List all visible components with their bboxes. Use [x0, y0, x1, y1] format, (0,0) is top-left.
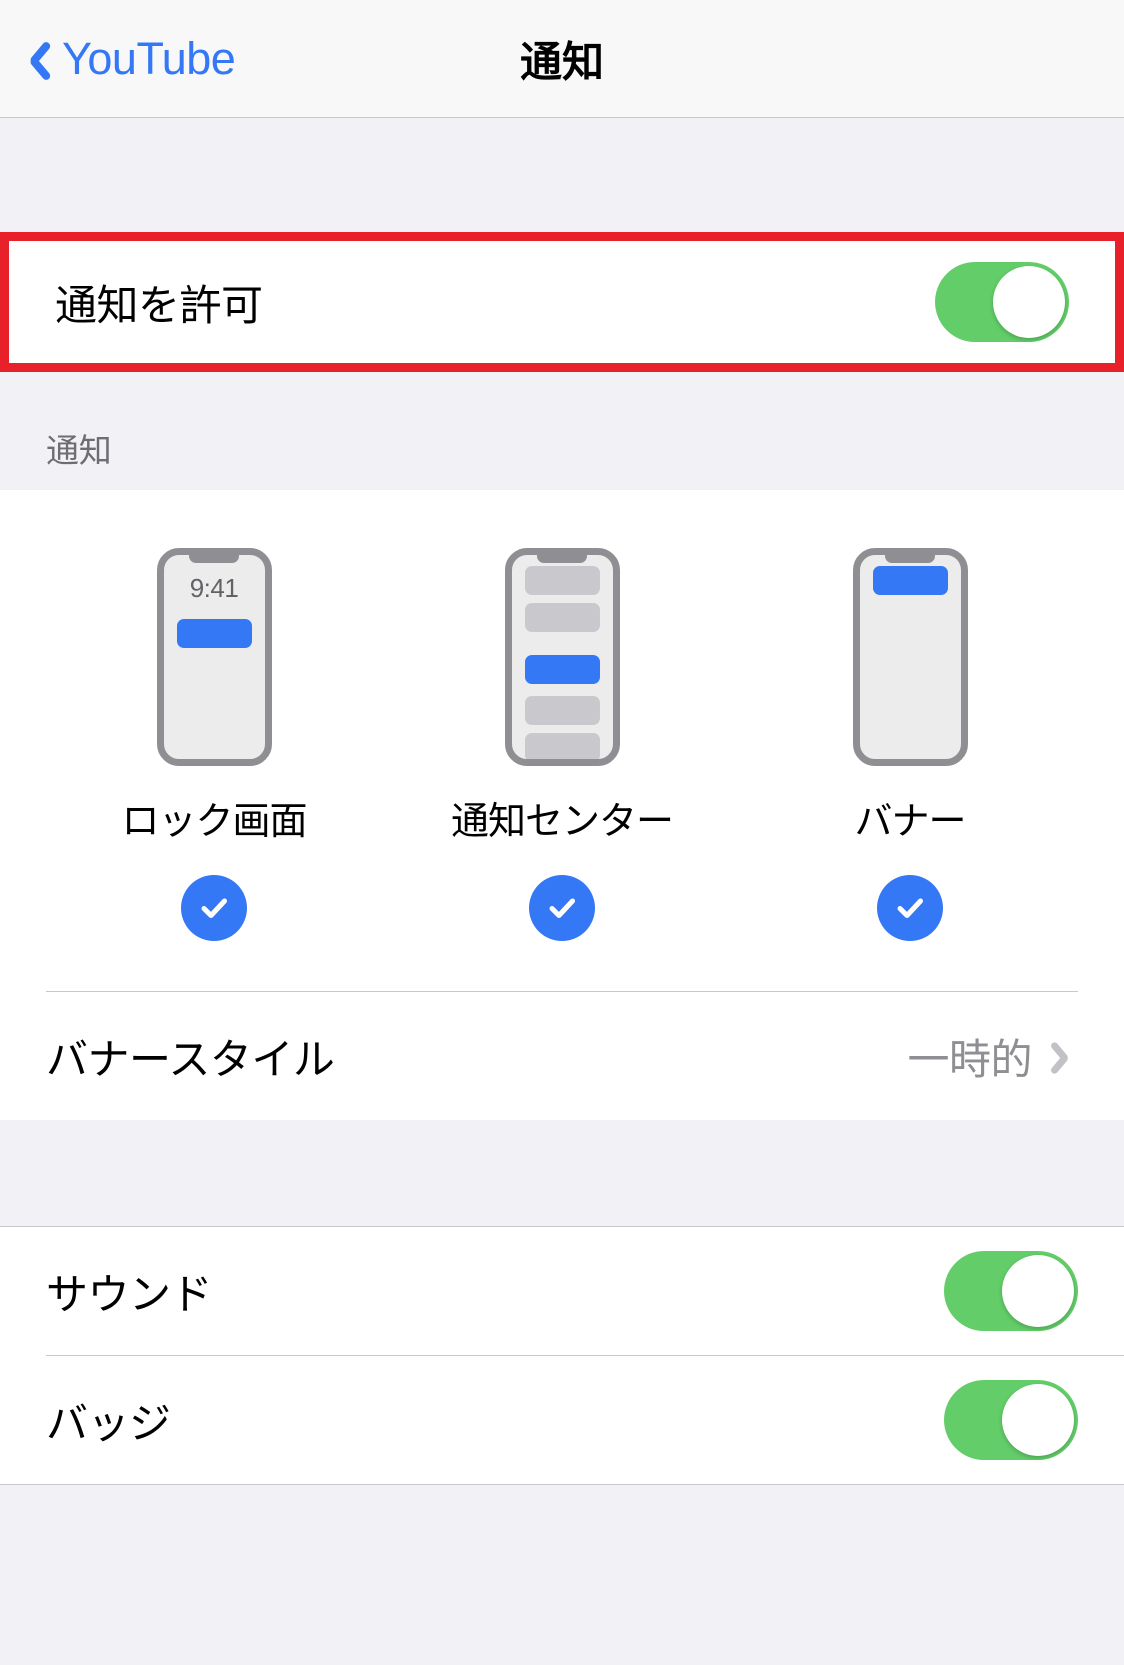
bottom-spacer — [0, 1484, 1124, 1644]
phone-notch — [537, 555, 587, 563]
notification-bar-gray — [524, 603, 600, 632]
lock-screen-phone-icon: 9:41 — [156, 548, 272, 766]
notification-bar-gray — [524, 696, 600, 725]
lock-screen-time: 9:41 — [189, 573, 239, 603]
toggle-knob — [993, 266, 1065, 338]
alert-style-panel: 9:41 ロック画面 通知センター バナー バナースタイル 一時的 — [0, 490, 1124, 1120]
navigation-bar: YouTube 通知 — [0, 0, 1124, 118]
options-group: サウンド バッジ — [0, 1227, 1124, 1484]
toggle-knob — [1002, 1255, 1074, 1327]
phone-notch — [885, 555, 935, 563]
allow-notifications-toggle[interactable] — [935, 262, 1069, 342]
row-badge[interactable]: バッジ — [0, 1356, 1124, 1484]
alert-option-label-lock-screen: ロック画面 — [121, 801, 307, 843]
banner-phone-icon — [852, 548, 968, 766]
chevron-left-icon — [22, 37, 48, 81]
spacer-above-options — [0, 1120, 1124, 1227]
row-allow-notifications[interactable]: 通知を許可 — [9, 241, 1115, 363]
alert-option-lock-screen[interactable]: 9:41 ロック画面 — [64, 548, 364, 941]
banner-style-label: バナースタイル — [46, 1035, 335, 1083]
notification-bar-highlight — [524, 655, 600, 684]
alert-option-label-banner: バナー — [854, 801, 966, 843]
badge-label: バッジ — [46, 1399, 171, 1447]
alert-option-label-notification-center: 通知センター — [450, 801, 674, 843]
row-banner-style[interactable]: バナースタイル 一時的 — [0, 992, 1124, 1120]
alerts-section-header: 通知 — [0, 372, 1124, 490]
checkmark-icon-notification-center[interactable] — [529, 875, 595, 941]
banner-style-value: 一時的 — [907, 1035, 1032, 1083]
checkmark-icon-banner[interactable] — [877, 875, 943, 941]
notification-bar-gray — [524, 566, 600, 595]
banner-notification-bar — [872, 566, 948, 595]
checkmark-icon-lock-screen[interactable] — [181, 875, 247, 941]
phone-notch — [189, 555, 239, 563]
notification-bar-gray — [524, 733, 600, 759]
sound-label: サウンド — [46, 1270, 213, 1318]
chevron-right-icon — [1058, 1038, 1078, 1074]
back-button[interactable]: YouTube — [22, 33, 236, 84]
badge-toggle[interactable] — [944, 1380, 1078, 1460]
alert-style-options: 9:41 ロック画面 通知センター バナー — [0, 548, 1124, 941]
back-button-label: YouTube — [62, 33, 236, 84]
alert-option-notification-center[interactable]: 通知センター — [412, 548, 712, 941]
notification-center-phone-icon — [504, 548, 620, 766]
settings-notifications-screen: YouTube 通知 通知を許可 通知 9:41 ロック画面 通知センター バナ… — [0, 0, 1124, 1665]
lock-screen-notification-bar — [176, 619, 252, 648]
toggle-knob — [1002, 1384, 1074, 1456]
row-sound[interactable]: サウンド — [0, 1227, 1124, 1355]
spacer-above-allow — [0, 118, 1124, 232]
banner-style-right: 一時的 — [907, 1026, 1078, 1087]
allow-notifications-label: 通知を許可 — [55, 281, 263, 329]
sound-toggle[interactable] — [944, 1251, 1078, 1331]
alert-option-banner[interactable]: バナー — [760, 548, 1060, 941]
allow-notifications-highlight: 通知を許可 — [0, 232, 1124, 372]
